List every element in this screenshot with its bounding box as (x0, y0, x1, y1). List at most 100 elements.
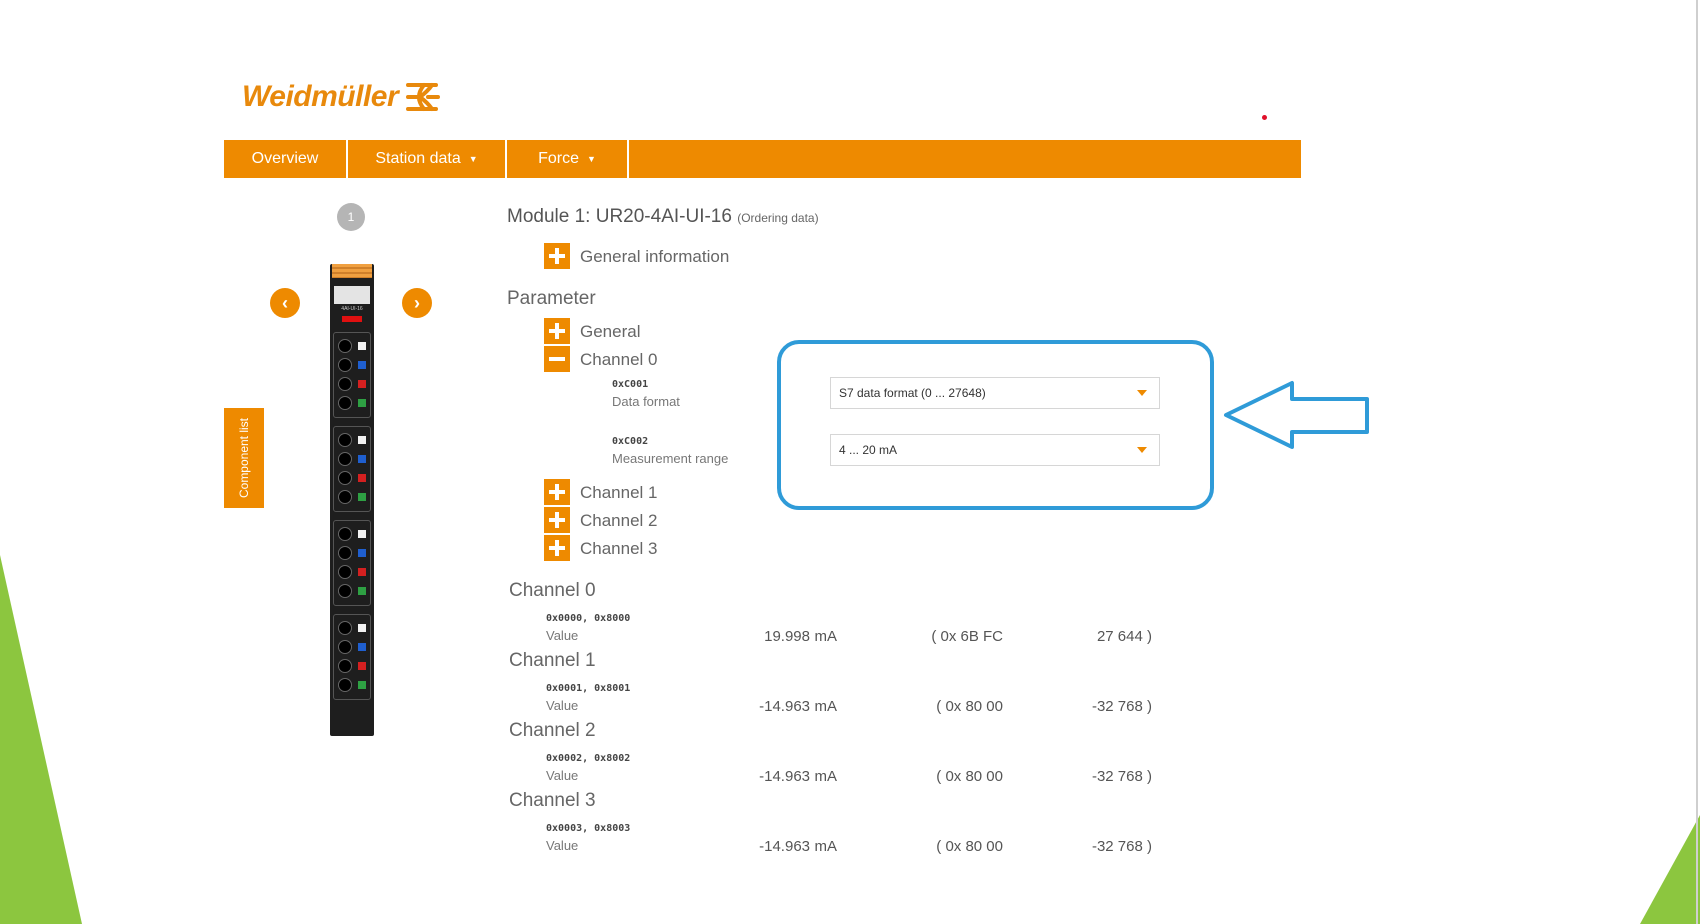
process-decimal-value: -32 768 ) (1091, 768, 1152, 785)
terminal-block (333, 426, 371, 512)
process-index: 0x0000, 0x8000 (546, 613, 631, 624)
caret-down-icon: ▼ (586, 154, 596, 164)
process-hex-value: ( 0x 80 00 (936, 838, 1003, 855)
component-list-tab[interactable]: Component list (224, 408, 264, 508)
terminal-pin (338, 339, 352, 353)
green-triangle-left (0, 555, 82, 924)
channel-led (358, 342, 366, 350)
terminal-pin (338, 584, 352, 598)
nav-overview[interactable]: Overview (224, 140, 348, 178)
terminal-pin (338, 527, 352, 541)
process-value-label: Value (546, 768, 579, 783)
module-title: Module 1: UR20-4AI-UI-16 (Ordering data) (507, 206, 819, 228)
terminal-pin (338, 490, 352, 504)
terminal-pin (338, 358, 352, 372)
channel-led (358, 380, 366, 388)
component-list-label: Component list (237, 417, 252, 499)
process-unit: mA (814, 768, 838, 785)
nav-station-data-label: Station data (375, 150, 461, 167)
channel-led (358, 474, 366, 482)
process-decimal-value: 27 644 ) (1096, 628, 1152, 645)
expand-general-information-button[interactable] (544, 243, 570, 269)
process-unit: mA (814, 628, 838, 645)
terminal-block (333, 520, 371, 606)
left-arrow-icon (1224, 381, 1369, 449)
channel-led (358, 493, 366, 501)
data-format-index: 0xC001 (612, 379, 649, 390)
highlight-box (777, 340, 1214, 510)
collapse-channel0-button[interactable] (544, 346, 570, 372)
process-channel-heading: Channel 3 (509, 790, 596, 811)
module-graphic[interactable]: 4AI-UI-16 (330, 264, 374, 736)
nav-force[interactable]: Force ▼ (507, 140, 629, 178)
terminal-block (333, 614, 371, 700)
process-channel-heading: Channel 1 (509, 650, 596, 671)
process-hex-value: ( 0x 6B FC (931, 628, 1003, 645)
channel-led (358, 587, 366, 595)
terminal-pin (338, 471, 352, 485)
expand-channel2-button[interactable] (544, 507, 570, 533)
module-top-connector (332, 264, 372, 278)
channel-led (358, 643, 366, 651)
process-decimal-value: -32 768 ) (1091, 698, 1152, 715)
process-value-label: Value (546, 838, 579, 853)
chevron-right-icon: › (414, 292, 420, 313)
process-index: 0x0001, 0x8001 (546, 683, 631, 694)
previous-module-button[interactable]: ‹ (270, 288, 300, 318)
data-format-value: S7 data format (0 ... 27648) (839, 386, 986, 400)
process-hex-value: ( 0x 80 00 (936, 768, 1003, 785)
measurement-range-value: 4 ... 20 mA (839, 443, 898, 457)
process-decimal-value: -32 768 ) (1091, 838, 1152, 855)
slot-number-badge: 1 (337, 203, 365, 231)
terminal-pin (338, 546, 352, 560)
ordering-data-link[interactable]: (Ordering data) (737, 211, 818, 225)
nav-station-data[interactable]: Station data ▼ (348, 140, 507, 178)
process-value-label: Value (546, 698, 579, 713)
channel-led (358, 361, 366, 369)
channel-led (358, 662, 366, 670)
channel-led (358, 568, 366, 576)
dropdown-caret-icon (1137, 447, 1147, 453)
process-index: 0x0003, 0x8003 (546, 823, 631, 834)
process-value: -14.963 (759, 838, 810, 855)
terminal-pin (338, 377, 352, 391)
data-format-label: Data format (612, 394, 680, 409)
terminal-pin (338, 659, 352, 673)
process-unit: mA (814, 838, 838, 855)
logo-text: Weidmüller (242, 80, 399, 113)
chevron-left-icon: ‹ (282, 292, 288, 313)
terminal-pin (338, 565, 352, 579)
expand-general-button[interactable] (544, 318, 570, 344)
terminal-pin (338, 621, 352, 635)
brand-logo: Weidmüller (242, 80, 441, 114)
expand-channel1-button[interactable] (544, 479, 570, 505)
channel3-param-label: Channel 3 (580, 539, 658, 558)
measurement-range-select[interactable]: 4 ... 20 mA (830, 434, 1160, 466)
general-label: General (580, 322, 641, 341)
process-index: 0x0002, 0x8002 (546, 753, 631, 764)
terminal-pin (338, 678, 352, 692)
nav-overview-label: Overview (251, 150, 319, 167)
process-value: -14.963 (759, 698, 810, 715)
next-module-button[interactable]: › (402, 288, 432, 318)
expand-channel3-button[interactable] (544, 535, 570, 561)
channel1-param-label: Channel 1 (580, 483, 658, 502)
channel-led (358, 399, 366, 407)
caret-down-icon: ▼ (468, 154, 478, 164)
process-channel-heading: Channel 2 (509, 720, 596, 741)
dropdown-caret-icon (1137, 390, 1147, 396)
module-type-label: 4AI-UI-16 (341, 306, 363, 312)
process-hex-value: ( 0x 80 00 (936, 698, 1003, 715)
module-label-plate (334, 286, 370, 304)
process-value: -14.963 (759, 768, 810, 785)
process-value-label: Value (546, 628, 579, 643)
terminal-pin (338, 452, 352, 466)
module-status-led (342, 316, 362, 322)
channel2-param-label: Channel 2 (580, 511, 658, 530)
red-dot (1262, 115, 1267, 120)
terminal-pin (338, 396, 352, 410)
process-channel-heading: Channel 0 (509, 580, 596, 601)
green-triangle-right (1640, 815, 1700, 924)
data-format-select[interactable]: S7 data format (0 ... 27648) (830, 377, 1160, 409)
terminal-pin (338, 433, 352, 447)
